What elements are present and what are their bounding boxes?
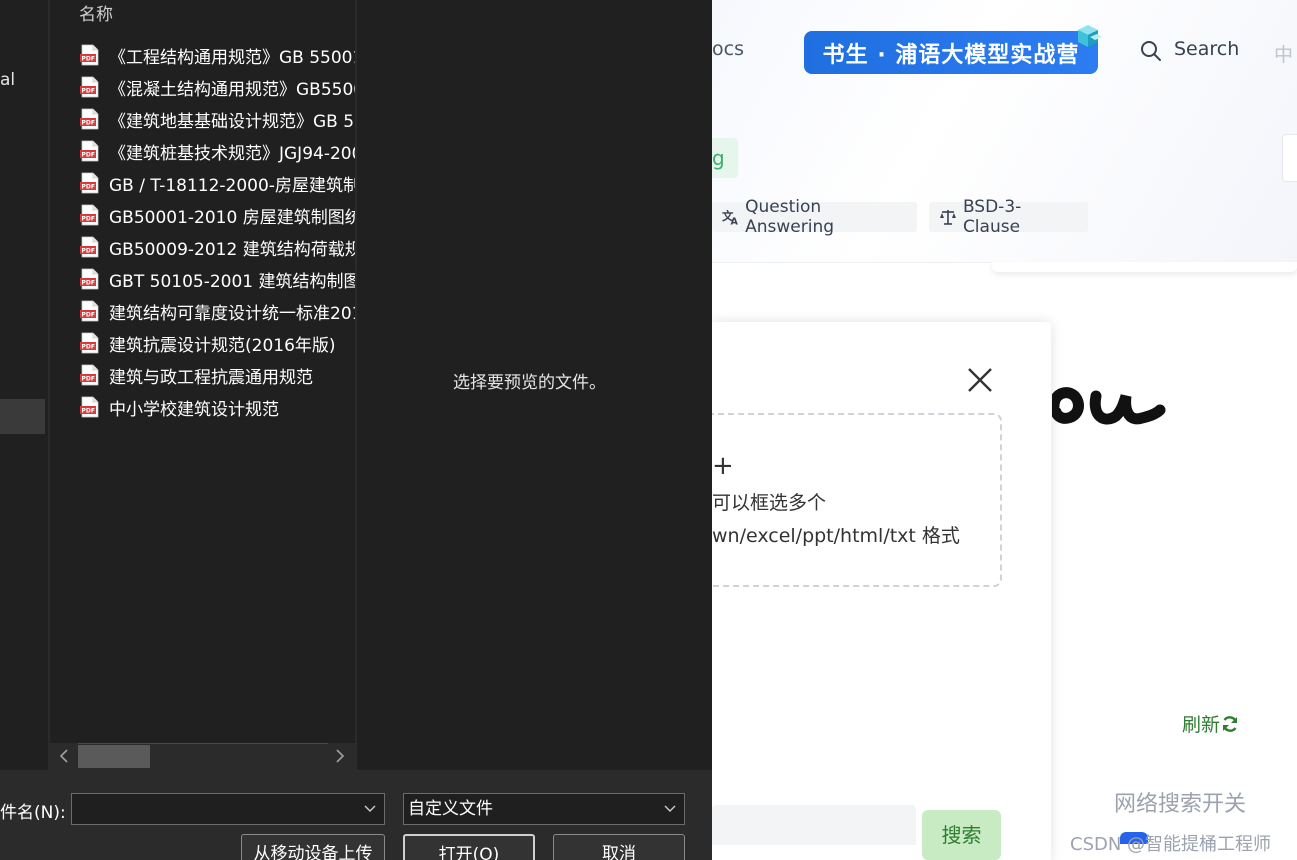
search-icon[interactable] — [1140, 40, 1162, 62]
task-chip[interactable]: 文 A Question Answering — [712, 197, 917, 237]
file-list-item[interactable]: PDF 建筑结构可靠度设计统一标准2018 — [80, 295, 356, 327]
side-card — [1282, 134, 1297, 182]
brand-logo-fragment — [1052, 387, 1166, 425]
refresh-label: 刷新 — [1182, 714, 1221, 736]
file-list-item[interactable]: PDF 《工程结构通用规范》GB 55001-2021 — [80, 39, 356, 71]
svg-text:PDF: PDF — [82, 216, 95, 223]
svg-text:PDF: PDF — [82, 120, 95, 127]
svg-text:PDF: PDF — [82, 56, 95, 63]
license-chip-label: BSD-3-Clause — [962, 197, 1022, 237]
file-name: 中小学校建筑设计规范 — [109, 399, 279, 420]
file-list-item[interactable]: PDF GB50009-2012 建筑结构荷载规范 — [80, 231, 356, 263]
file-name: 建筑与政工程抗震通用规范 — [109, 367, 313, 388]
chevron-down-icon[interactable] — [364, 804, 376, 814]
file-name: 建筑抗震设计规范(2016年版) — [109, 335, 336, 356]
navigation-pane: al — [0, 0, 48, 770]
filetype-value: 自定义文件 — [408, 799, 493, 819]
refresh-button[interactable]: 刷新 — [1182, 710, 1240, 737]
pdf-file-icon: PDF — [80, 332, 99, 354]
upload-from-mobile-button[interactable]: 从移动设备上传 — [241, 834, 385, 860]
file-list-item[interactable]: PDF GBT 50105-2001 建筑结构制图标准 — [80, 263, 356, 295]
file-name: GB50001-2010 房屋建筑制图统一标准 — [109, 207, 356, 228]
scroll-right-arrow-icon[interactable] — [334, 749, 346, 763]
dropdown-shadow — [992, 262, 1297, 272]
language-switch[interactable]: 中 — [1274, 40, 1293, 67]
promo-banner[interactable]: 书生 · 浦语大模型实战营 — [804, 31, 1098, 74]
chevron-down-icon[interactable] — [664, 804, 676, 814]
file-open-dialog: al 名称 PDF 《工程结构通用规范》GB 55001-2021 PDF 《混凝土结… — [0, 0, 712, 860]
svg-text:PDF: PDF — [82, 344, 95, 351]
svg-text:PDF: PDF — [82, 88, 95, 95]
filename-input[interactable] — [71, 793, 385, 825]
file-name: GBT 50105-2001 建筑结构制图标准 — [109, 271, 356, 292]
promo-banner-text: 书生 · 浦语大模型实战营 — [822, 42, 1080, 68]
file-name: GB / T-18112-2000-房屋建筑制图统一标准 — [109, 175, 356, 196]
file-list-item[interactable]: PDF 建筑与政工程抗震通用规范 — [80, 359, 356, 391]
svg-text:PDF: PDF — [82, 248, 95, 255]
pdf-file-icon: PDF — [80, 204, 99, 226]
pdf-file-icon: PDF — [80, 172, 99, 194]
search-label[interactable]: Search — [1174, 38, 1239, 60]
pdf-file-icon: PDF — [80, 268, 99, 290]
search-button[interactable]: 搜索 — [922, 810, 1001, 860]
pdf-file-icon: PDF — [80, 140, 99, 162]
file-name: 《建筑桩基技术规范》JGJ94-2008 — [109, 143, 356, 164]
file-name: 建筑结构可靠度设计统一标准2018 — [109, 303, 356, 324]
pdf-file-icon: PDF — [80, 76, 99, 98]
nav-item-label[interactable]: al — [0, 70, 15, 90]
open-button[interactable]: 打开(O) — [403, 834, 535, 860]
tag-partial: g — [712, 138, 738, 178]
filename-label: 件名(N): — [0, 803, 66, 823]
file-name: 《混凝土结构通用规范》GB55008-2021 — [109, 79, 356, 100]
cancel-button[interactable]: 取消 — [553, 834, 685, 860]
file-list-item[interactable]: PDF 中小学校建筑设计规范 — [80, 391, 356, 423]
pdf-file-icon: PDF — [80, 44, 99, 66]
nav-item-selected[interactable] — [0, 399, 45, 434]
filetype-select[interactable]: 自定义文件 — [403, 793, 685, 825]
svg-text:PDF: PDF — [82, 408, 95, 415]
scale-icon — [939, 210, 956, 225]
refresh-icon — [1222, 715, 1238, 732]
svg-text:PDF: PDF — [82, 280, 95, 287]
file-list-item[interactable]: PDF GB50001-2010 房屋建筑制图统一标准 — [80, 199, 356, 231]
svg-text:PDF: PDF — [82, 184, 95, 191]
scrollbar-thumb[interactable] — [78, 745, 150, 768]
scrollbar-track — [78, 743, 328, 744]
pdf-file-icon: PDF — [80, 300, 99, 322]
file-name: GB50009-2012 建筑结构荷载规范 — [109, 239, 356, 260]
dropzone-hint-formats: wn/excel/ppt/html/txt 格式 — [712, 525, 960, 547]
task-chip-label: Question Answering — [745, 197, 835, 237]
column-header-name[interactable]: 名称 — [79, 0, 113, 25]
file-name: 《建筑地基基础设计规范》GB 50007-2011 — [109, 111, 356, 132]
file-list-item[interactable]: PDF GB / T-18112-2000-房屋建筑制图统一标准 — [80, 167, 356, 199]
query-input[interactable] — [712, 805, 916, 845]
dropzone-plus: + — [712, 451, 734, 481]
file-list-item[interactable]: PDF 《建筑桩基技术规范》JGJ94-2008 — [80, 135, 356, 167]
upload-modal — [712, 322, 1051, 860]
preview-message: 选择要预览的文件。 — [453, 373, 606, 393]
nav-link-docs[interactable]: ocs — [712, 38, 744, 60]
close-icon[interactable] — [966, 366, 994, 394]
svg-text:PDF: PDF — [82, 152, 95, 159]
cube-icon — [1078, 25, 1102, 47]
svg-text:A: A — [731, 217, 739, 226]
dropzone-hint-multi: 可以框选多个 — [712, 492, 827, 514]
pdf-file-icon: PDF — [80, 108, 99, 130]
file-name: 《工程结构通用规范》GB 55001-2021 — [109, 47, 356, 68]
pdf-file-icon: PDF — [80, 396, 99, 418]
file-list-item[interactable]: PDF 《混凝土结构通用规范》GB55008-2021 — [80, 71, 356, 103]
license-chip[interactable]: BSD-3-Clause — [929, 197, 1088, 237]
svg-text:PDF: PDF — [82, 312, 95, 319]
file-list-item[interactable]: PDF 建筑抗震设计规范(2016年版) — [80, 327, 356, 359]
pdf-file-icon: PDF — [80, 364, 99, 386]
network-search-toggle-label: 网络搜索开关 — [1114, 792, 1247, 817]
file-list-item[interactable]: PDF 《建筑地基基础设计规范》GB 50007-2011 — [80, 103, 356, 135]
scroll-left-arrow-icon[interactable] — [58, 749, 70, 763]
svg-text:PDF: PDF — [82, 376, 95, 383]
csdn-watermark: CSDN @智能提桶工程师 — [1070, 834, 1272, 855]
translate-icon: 文 A — [722, 209, 739, 226]
pdf-file-icon: PDF — [80, 236, 99, 258]
